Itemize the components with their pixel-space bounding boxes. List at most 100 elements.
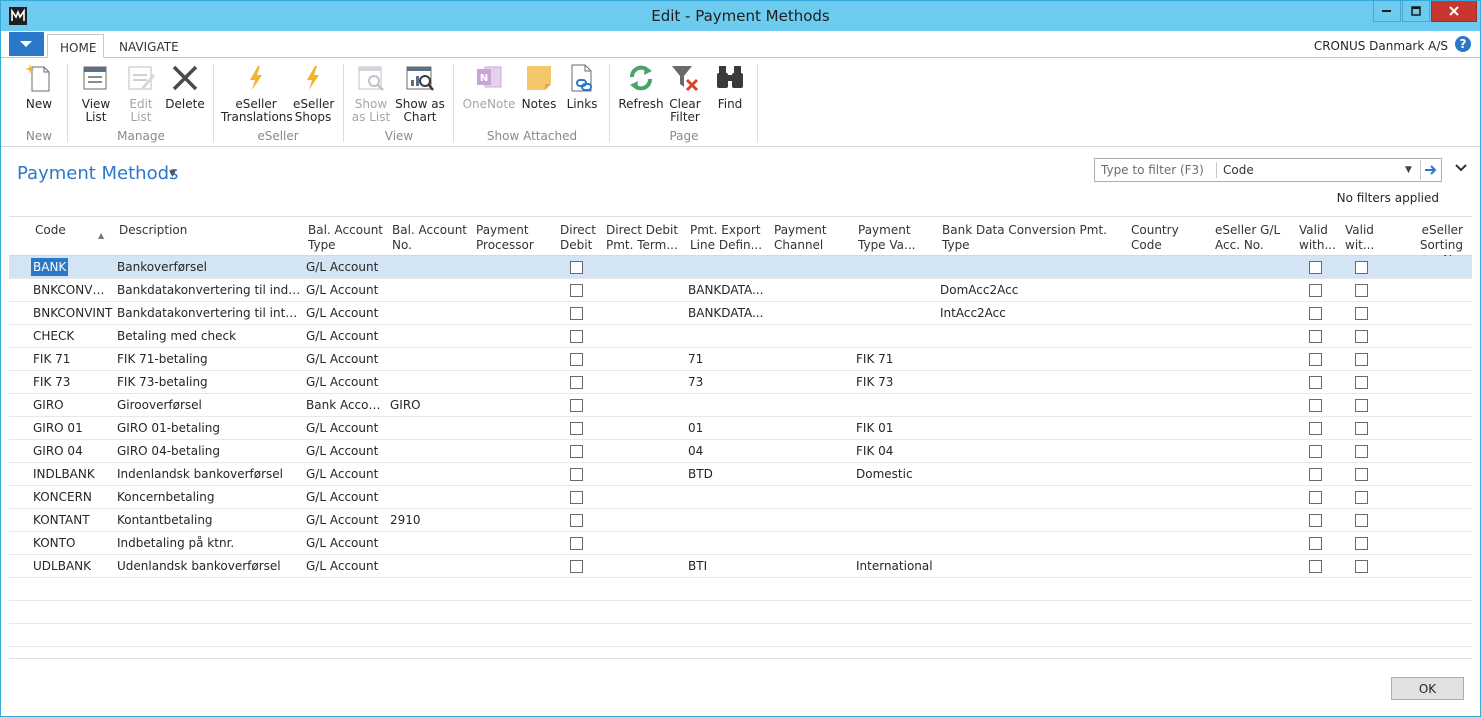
- cell-baltype[interactable]: G/L Account: [306, 467, 388, 481]
- cell-pmtexp[interactable]: BTI: [688, 559, 770, 573]
- table-row[interactable]: KONTANT Kontantbetaling G/L Account 2910: [9, 509, 1472, 532]
- find-button[interactable]: Find: [711, 62, 749, 111]
- cell-baltype[interactable]: G/L Account: [306, 260, 388, 274]
- valid-with-checkbox[interactable]: [1309, 330, 1322, 343]
- cell-pmtexp[interactable]: BANKDATA...: [688, 283, 770, 297]
- cell-code[interactable]: GIRO: [33, 398, 113, 412]
- show-as-list-button[interactable]: Show as List: [351, 62, 391, 124]
- column-header[interactable]: Valid with...: [1299, 223, 1339, 253]
- eseller-translations-button[interactable]: eSeller Translations: [221, 62, 293, 124]
- valid-with-checkbox[interactable]: [1309, 399, 1322, 412]
- column-header[interactable]: Description: [119, 223, 299, 238]
- valid-wit-checkbox[interactable]: [1355, 445, 1368, 458]
- cell-baltype[interactable]: G/L Account: [306, 352, 388, 366]
- cell-baltype[interactable]: G/L Account: [306, 375, 388, 389]
- column-header[interactable]: Bank Data Conversion Pmt. Type: [942, 223, 1128, 253]
- cell-baltype[interactable]: Bank Account: [306, 398, 388, 412]
- table-row[interactable]: CHECK Betaling med check G/L Account: [9, 325, 1472, 348]
- column-header[interactable]: Payment Processor: [476, 223, 556, 253]
- column-header[interactable]: Direct Debit Pmt. Term...: [606, 223, 686, 253]
- direct-debit-checkbox[interactable]: [570, 307, 583, 320]
- valid-wit-checkbox[interactable]: [1355, 307, 1368, 320]
- table-row[interactable]: KONTO Indbetaling på ktnr. G/L Account: [9, 532, 1472, 555]
- cell-code[interactable]: GIRO 04: [33, 444, 113, 458]
- cell-desc[interactable]: Indbetaling på ktnr.: [117, 536, 303, 550]
- clear-filter-button[interactable]: Clear Filter: [665, 62, 705, 124]
- cell-desc[interactable]: Koncernbetaling: [117, 490, 303, 504]
- table-row[interactable]: BNKCONVD... Bankdatakonvertering til inde…: [9, 279, 1472, 302]
- valid-wit-checkbox[interactable]: [1355, 514, 1368, 527]
- maximize-button[interactable]: [1402, 1, 1430, 22]
- eseller-shops-button[interactable]: eSeller Shops: [293, 62, 334, 124]
- empty-row[interactable]: [9, 601, 1472, 624]
- valid-with-checkbox[interactable]: [1309, 468, 1322, 481]
- cell-paytype[interactable]: FIK 71: [856, 352, 940, 366]
- column-header[interactable]: Valid wit...: [1345, 223, 1385, 253]
- chevron-down-icon[interactable]: ▼: [1405, 165, 1412, 175]
- cell-code[interactable]: BANK: [31, 258, 69, 276]
- cell-baltype[interactable]: G/L Account: [306, 306, 388, 320]
- table-row[interactable]: FIK 71 FIK 71-betaling G/L Account 71 FIK 71: [9, 348, 1472, 371]
- view-list-button[interactable]: View List: [77, 62, 115, 124]
- direct-debit-checkbox[interactable]: [570, 261, 583, 274]
- filter-field-select[interactable]: Code: [1223, 163, 1254, 177]
- cell-paytype[interactable]: International: [856, 559, 940, 573]
- valid-with-checkbox[interactable]: [1309, 560, 1322, 573]
- column-header[interactable]: eSeller G/L Acc. No.: [1215, 223, 1295, 253]
- cell-code[interactable]: GIRO 01: [33, 421, 113, 435]
- cell-code[interactable]: KONCERN: [33, 490, 113, 504]
- cell-code[interactable]: BNKCONVD...: [33, 283, 113, 297]
- direct-debit-checkbox[interactable]: [570, 422, 583, 435]
- table-row[interactable]: INDLBANK Indenlandsk bankoverførsel G/L Ac…: [9, 463, 1472, 486]
- table-row[interactable]: GIRO Girooverførsel Bank Account GIRO: [9, 394, 1472, 417]
- help-icon[interactable]: ?: [1455, 36, 1471, 52]
- cell-baltype[interactable]: G/L Account: [306, 536, 388, 550]
- cell-desc[interactable]: FIK 71-betaling: [117, 352, 303, 366]
- collapse-icon[interactable]: [1455, 164, 1467, 172]
- cell-desc[interactable]: Udenlandsk bankoverførsel: [117, 559, 303, 573]
- table-row[interactable]: GIRO 01 GIRO 01-betaling G/L Account 01 FIK …: [9, 417, 1472, 440]
- empty-row[interactable]: [9, 578, 1472, 601]
- direct-debit-checkbox[interactable]: [570, 560, 583, 573]
- cell-baltype[interactable]: G/L Account: [306, 329, 388, 343]
- cell-desc[interactable]: Kontantbetaling: [117, 513, 303, 527]
- tab-home[interactable]: HOME: [47, 34, 104, 58]
- cell-paytype[interactable]: FIK 01: [856, 421, 940, 435]
- page-title[interactable]: Payment Methods: [17, 163, 178, 184]
- valid-wit-checkbox[interactable]: [1355, 353, 1368, 366]
- delete-button[interactable]: Delete: [165, 62, 205, 111]
- cell-code[interactable]: FIK 73: [33, 375, 113, 389]
- cell-pmtexp[interactable]: BTD: [688, 467, 770, 481]
- filter-input[interactable]: [1096, 160, 1214, 180]
- cell-desc[interactable]: Bankdatakonvertering til indenla...: [117, 283, 303, 297]
- chevron-down-icon[interactable]: ▼: [169, 169, 176, 179]
- notes-button[interactable]: Notes: [519, 62, 559, 111]
- cell-code[interactable]: UDLBANK: [33, 559, 113, 573]
- table-row[interactable]: BNKCONVINT Bankdatakonvertering til inter…: [9, 302, 1472, 325]
- cell-balno[interactable]: 2910: [390, 513, 470, 527]
- valid-with-checkbox[interactable]: [1309, 376, 1322, 389]
- cell-code[interactable]: KONTO: [33, 536, 113, 550]
- direct-debit-checkbox[interactable]: [570, 445, 583, 458]
- cell-baltype[interactable]: G/L Account: [306, 490, 388, 504]
- valid-with-checkbox[interactable]: [1309, 307, 1322, 320]
- valid-wit-checkbox[interactable]: [1355, 330, 1368, 343]
- links-button[interactable]: Links: [563, 62, 601, 111]
- cell-baltype[interactable]: G/L Account: [306, 444, 388, 458]
- new-button[interactable]: New: [21, 62, 57, 111]
- cell-pmtexp[interactable]: 73: [688, 375, 770, 389]
- valid-with-checkbox[interactable]: [1309, 422, 1322, 435]
- cell-paytype[interactable]: Domestic: [856, 467, 940, 481]
- valid-with-checkbox[interactable]: [1309, 261, 1322, 274]
- table-row[interactable]: GIRO 04 GIRO 04-betaling G/L Account 04 FIK …: [9, 440, 1472, 463]
- edit-list-button[interactable]: Edit List: [122, 62, 160, 124]
- direct-debit-checkbox[interactable]: [570, 330, 583, 343]
- cell-code[interactable]: BNKCONVINT: [33, 306, 113, 320]
- valid-wit-checkbox[interactable]: [1355, 468, 1368, 481]
- valid-wit-checkbox[interactable]: [1355, 491, 1368, 504]
- table-row[interactable]: FIK 73 FIK 73-betaling G/L Account 73 FIK 73: [9, 371, 1472, 394]
- table-row[interactable]: UDLBANK Udenlandsk bankoverførsel G/L Acco…: [9, 555, 1472, 578]
- direct-debit-checkbox[interactable]: [570, 514, 583, 527]
- valid-wit-checkbox[interactable]: [1355, 261, 1368, 274]
- cell-code[interactable]: FIK 71: [33, 352, 113, 366]
